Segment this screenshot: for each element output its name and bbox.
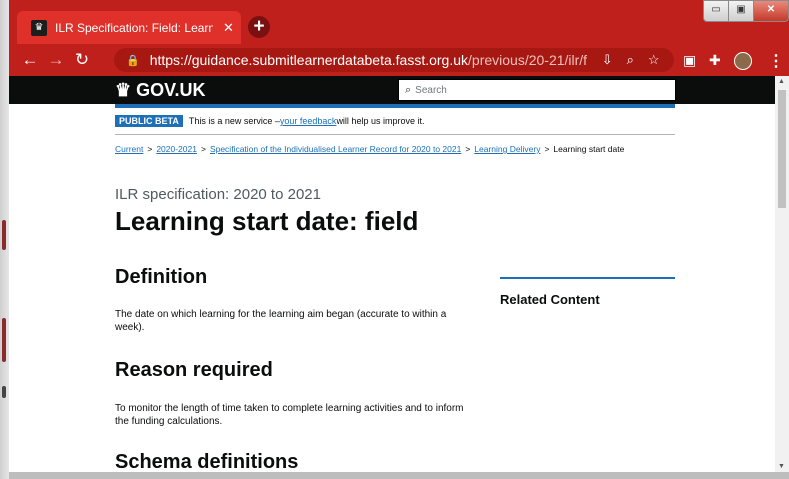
related-content-rule (500, 277, 675, 279)
window-minimize-button[interactable]: ▭ (703, 0, 729, 22)
search-placeholder: Search (415, 84, 447, 96)
breadcrumb-current[interactable]: Current (115, 144, 143, 154)
breadcrumb: Current >2020-2021 > Specification of the I… (115, 144, 624, 154)
desktop-window-edge (2, 386, 6, 398)
lock-icon: 🔒 (126, 54, 140, 67)
profile-avatar[interactable] (734, 52, 752, 70)
url-host: https://guidance.submitlearnerdatabeta.f… (149, 52, 469, 68)
desktop-window-edge (2, 318, 6, 362)
related-content-heading: Related Content (500, 292, 600, 307)
breadcrumb-current-page: Learning start date (553, 144, 625, 154)
zoom-icon[interactable]: ⌕ (627, 52, 634, 68)
scroll-up-arrow-icon[interactable]: ▲ (778, 78, 785, 85)
schema-heading: Schema definitions (115, 451, 299, 472)
address-bar[interactable]: 🔒 https://guidance.submitlearnerdatabeta… (114, 48, 674, 72)
extension-pocket-icon[interactable]: ▣ (683, 52, 696, 69)
desktop-background (0, 0, 9, 479)
forward-arrow-icon[interactable]: → (43, 50, 69, 70)
beta-text-before: This is a new service – (188, 116, 280, 126)
new-tab-button[interactable]: + (248, 16, 270, 38)
window-close-button[interactable]: ✕ (753, 0, 789, 22)
breadcrumb-separator: > (544, 144, 550, 154)
tab-active[interactable]: ♛ ILR Specification: Field: Learning ✕ (17, 11, 241, 44)
govuk-logo-text: GOV.UK (136, 80, 206, 100)
govuk-header: ♛ GOV.UK ⌕ Search (9, 76, 775, 104)
window-maximize-button[interactable]: ▣ (728, 0, 754, 22)
page-title: Learning start date: field (115, 206, 419, 236)
beta-text-after: will help us improve it. (336, 116, 425, 126)
scrollbar-thumb[interactable] (778, 90, 786, 208)
page-scrollbar[interactable]: ▲ ▼ (775, 76, 789, 472)
breadcrumb-specification[interactable]: Specification of the Individualised Lear… (210, 144, 461, 154)
phase-banner: PUBLIC BETA This is a new service – your… (115, 114, 424, 128)
menu-kebab-icon[interactable]: ⋮ (768, 51, 784, 71)
desktop-window-edge (2, 220, 6, 250)
url-text[interactable]: https://guidance.submitlearnerdatabeta.f… (150, 52, 588, 68)
back-arrow-icon[interactable]: ← (17, 50, 43, 70)
extensions-puzzle-icon[interactable]: ✚ (709, 52, 721, 69)
browser-toolbar: ← → ↻ 🔒 https://guidance.submitlearnerda… (9, 44, 789, 76)
breadcrumb-separator: > (465, 144, 471, 154)
header-blue-underline (115, 104, 675, 108)
reason-text: To monitor the length of time taken to c… (115, 403, 464, 427)
tab-title: ILR Specification: Field: Learning (55, 20, 213, 35)
bookmark-star-icon[interactable]: ☆ (648, 52, 660, 68)
url-path: /previous/20-21/ilr/field/le... (468, 52, 588, 68)
install-app-icon[interactable]: ⇩ (602, 52, 613, 68)
page-viewport: ♛ GOV.UK ⌕ Search PUBLIC BETA This is a … (9, 76, 775, 472)
breadcrumb-separator: > (147, 144, 153, 154)
browser-window: ♛ ILR Specification: Field: Learning ✕ +… (9, 0, 789, 479)
reload-icon[interactable]: ↻ (69, 50, 95, 70)
definition-heading: Definition (115, 266, 208, 288)
tab-strip: ♛ ILR Specification: Field: Learning ✕ +… (9, 0, 789, 44)
page-caption: ILR specification: 2020 to 2021 (115, 186, 321, 203)
definition-text: The date on which learning for the learn… (115, 309, 447, 333)
search-input[interactable]: ⌕ Search (398, 79, 676, 101)
window-bottom-edge (9, 472, 789, 479)
divider (115, 134, 675, 135)
tab-close-icon[interactable]: ✕ (223, 20, 234, 36)
reason-heading: Reason required (115, 359, 273, 381)
govuk-logo[interactable]: ♛ GOV.UK (115, 80, 206, 101)
public-beta-tag: PUBLIC BETA (115, 115, 183, 127)
breadcrumb-year[interactable]: 2020-2021 (156, 144, 197, 154)
scroll-down-arrow-icon[interactable]: ▼ (778, 463, 785, 470)
crown-favicon-icon: ♛ (31, 19, 47, 36)
breadcrumb-separator: > (200, 144, 206, 154)
feedback-link[interactable]: your feedback (280, 116, 337, 126)
search-icon: ⌕ (405, 83, 412, 96)
breadcrumb-learning-delivery[interactable]: Learning Delivery (474, 144, 540, 154)
